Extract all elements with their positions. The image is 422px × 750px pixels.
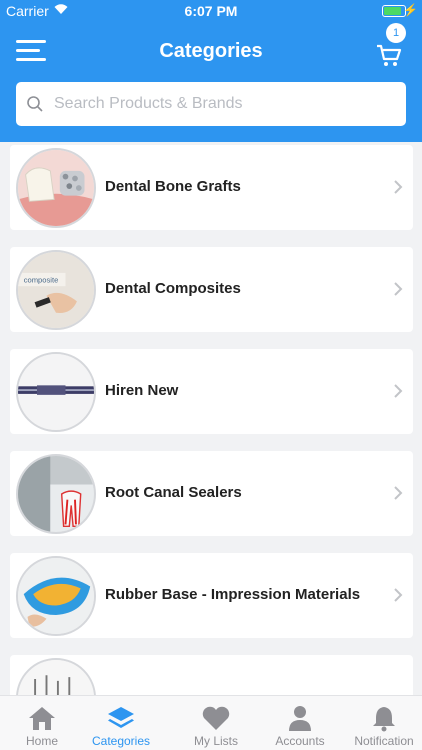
charging-icon: ⚡ — [403, 3, 418, 17]
dental-composite-image: composite — [16, 250, 96, 330]
chevron-right-icon — [394, 384, 403, 398]
category-label: Rubber Base - Impression Materials — [105, 586, 361, 603]
home-icon — [29, 707, 55, 730]
category-label: Dental Bone Grafts — [105, 178, 241, 195]
category-item[interactable]: Rubber Base - Impression Materials — [10, 553, 413, 638]
category-item[interactable]: Hiren New — [10, 349, 413, 434]
bell-icon — [373, 707, 395, 732]
impression-tray-image — [16, 556, 96, 636]
status-bar: Carrier 6:07 PM ⚡ — [0, 0, 422, 22]
heart-icon — [202, 706, 230, 730]
tab-categories[interactable]: Categories — [79, 696, 163, 750]
chevron-right-icon — [394, 282, 403, 296]
chevron-right-icon — [394, 486, 403, 500]
tab-label: Accounts — [275, 734, 325, 748]
svg-text:composite: composite — [24, 275, 59, 284]
category-item[interactable] — [10, 655, 413, 695]
tab-home[interactable]: Home — [0, 696, 84, 750]
person-icon — [289, 706, 311, 731]
category-list: Dental Bone Grafts composite Dental Comp… — [0, 142, 422, 695]
tab-bar: Home Categories My Lists Accounts Notifi… — [0, 695, 422, 750]
category-label: Hiren New — [105, 382, 179, 399]
dental-bone-graft-image — [16, 148, 96, 228]
dental-tools-image — [16, 658, 96, 695]
search-icon — [27, 96, 43, 112]
category-label: Root Canal Sealers — [105, 484, 242, 501]
cart-button[interactable] — [376, 38, 406, 66]
page-title: Categories — [159, 40, 263, 62]
search-input[interactable] — [54, 82, 394, 126]
category-label: Dental Composites — [105, 280, 241, 297]
category-item[interactable]: composite Dental Composites — [10, 247, 413, 332]
layers-icon — [108, 707, 134, 728]
tab-label: Notification — [354, 734, 414, 748]
category-item[interactable]: Root Canal Sealers — [10, 451, 413, 536]
tab-label: My Lists — [193, 734, 238, 748]
status-time: 6:07 PM — [184, 3, 238, 19]
dental-instrument-image — [16, 352, 96, 432]
tab-label: Home — [25, 734, 58, 748]
chevron-right-icon — [394, 180, 403, 194]
tab-accounts[interactable]: Accounts — [258, 696, 342, 750]
cart-icon — [377, 44, 402, 66]
root-canal-image — [16, 454, 96, 534]
cart-count-badge: 1 — [386, 23, 406, 43]
category-item[interactable]: Dental Bone Grafts — [10, 145, 413, 230]
tab-my-lists[interactable]: My Lists — [174, 696, 258, 750]
search-bar[interactable] — [16, 82, 406, 126]
tab-label: Categories — [91, 734, 151, 748]
app-header: Categories 1 — [0, 22, 422, 142]
tab-notification[interactable]: Notification — [344, 696, 422, 750]
chevron-right-icon — [394, 588, 403, 602]
